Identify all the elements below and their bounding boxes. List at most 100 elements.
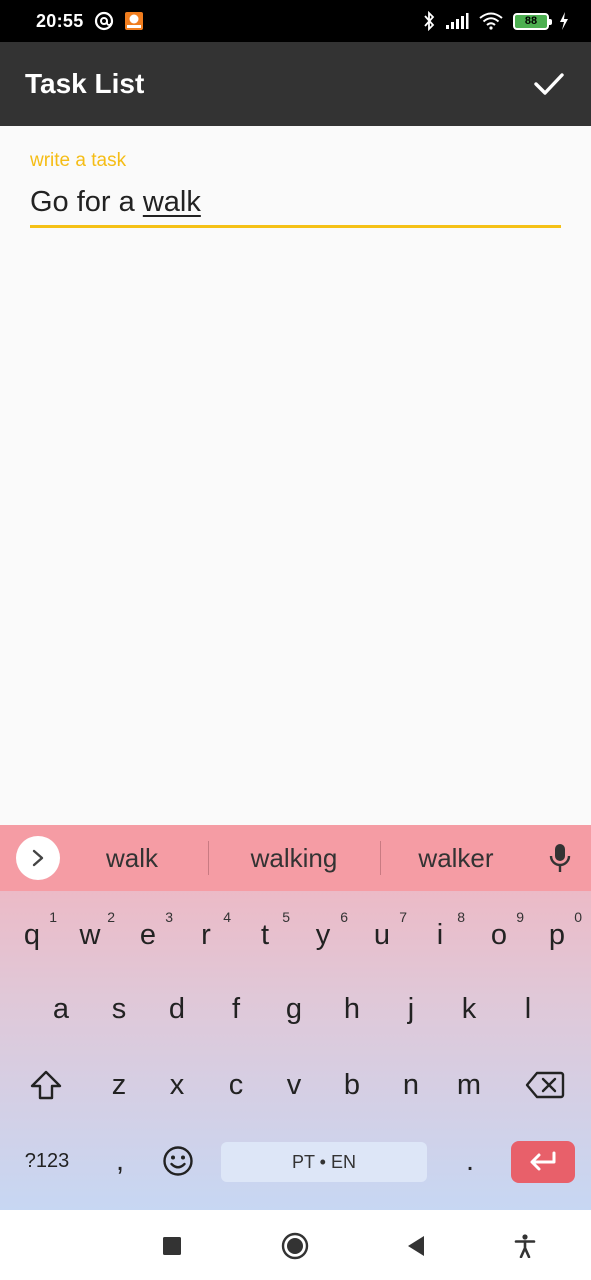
- key-f[interactable]: f: [207, 979, 265, 1039]
- key-p[interactable]: p0: [528, 905, 586, 965]
- check-icon: [534, 73, 564, 95]
- key-hint: 8: [457, 909, 465, 925]
- period-key[interactable]: .: [446, 1133, 494, 1189]
- key-g[interactable]: g: [265, 979, 323, 1039]
- comma-key[interactable]: ,: [96, 1133, 144, 1189]
- key-label: i: [436, 918, 444, 951]
- voice-input-button[interactable]: [540, 838, 580, 878]
- enter-key[interactable]: [511, 1141, 575, 1183]
- key-j[interactable]: j: [382, 979, 440, 1039]
- shift-icon: [30, 1070, 62, 1100]
- suggestion-divider: [380, 841, 381, 875]
- key-label: y: [315, 918, 331, 951]
- key-q[interactable]: q1: [3, 905, 61, 965]
- bluetooth-icon: [423, 11, 435, 31]
- status-bar: 20:55 88: [0, 0, 591, 42]
- key-n[interactable]: n: [382, 1055, 440, 1115]
- key-o[interactable]: o9: [470, 905, 528, 965]
- signal-icon: [445, 12, 469, 30]
- expand-toolbar-button[interactable]: [16, 836, 60, 880]
- key-l[interactable]: l: [499, 979, 557, 1039]
- key-v[interactable]: v: [265, 1055, 323, 1115]
- status-time: 20:55: [36, 10, 84, 31]
- back-button[interactable]: [398, 1228, 434, 1264]
- key-a[interactable]: a: [32, 979, 90, 1039]
- at-sign-icon: [94, 11, 114, 31]
- recents-square-icon: [163, 1237, 181, 1255]
- key-hint: 6: [340, 909, 348, 925]
- emoji-key[interactable]: [152, 1133, 204, 1189]
- suggestion-divider: [208, 841, 209, 875]
- key-m[interactable]: m: [440, 1055, 498, 1115]
- task-input-composing-word: walk: [142, 186, 201, 218]
- key-label: t: [260, 918, 270, 951]
- suggestion-3[interactable]: walker: [396, 837, 516, 879]
- app-title: Task List: [25, 68, 145, 99]
- emoji-icon: [163, 1146, 193, 1176]
- key-w[interactable]: w2: [61, 905, 119, 965]
- home-circle-icon: [281, 1232, 309, 1260]
- task-form: write a task Go for a walk: [0, 126, 591, 825]
- chevron-right-icon: [32, 849, 44, 867]
- suggestion-2[interactable]: walking: [224, 837, 364, 879]
- wifi-icon: [479, 12, 503, 30]
- app-bar: Task List: [0, 42, 591, 126]
- key-label: u: [373, 918, 391, 951]
- key-hint: 4: [223, 909, 231, 925]
- key-e[interactable]: e3: [119, 905, 177, 965]
- suggestion-strip: walk walking walker: [0, 825, 591, 891]
- recents-button[interactable]: [154, 1228, 190, 1264]
- enter-icon: [530, 1151, 556, 1171]
- key-label: e: [139, 918, 157, 951]
- key-hint: 2: [107, 909, 115, 925]
- key-k[interactable]: k: [440, 979, 498, 1039]
- key-d[interactable]: d: [148, 979, 206, 1039]
- key-hint: 9: [516, 909, 524, 925]
- key-label: o: [490, 918, 508, 951]
- key-hint: 5: [282, 909, 290, 925]
- status-right: 88: [423, 11, 569, 31]
- save-button[interactable]: [527, 62, 571, 106]
- task-field: write a task Go for a walk: [30, 150, 561, 228]
- accessibility-icon: [514, 1234, 536, 1258]
- notification-app-icon: [124, 11, 144, 31]
- key-x[interactable]: x: [148, 1055, 206, 1115]
- key-u[interactable]: u7: [353, 905, 411, 965]
- key-hint: 0: [574, 909, 582, 925]
- key-i[interactable]: i8: [411, 905, 469, 965]
- charging-icon: [559, 12, 569, 30]
- key-t[interactable]: t5: [236, 905, 294, 965]
- key-s[interactable]: s: [90, 979, 148, 1039]
- key-label: r: [201, 918, 211, 951]
- home-button[interactable]: [277, 1228, 313, 1264]
- key-z[interactable]: z: [90, 1055, 148, 1115]
- key-label: w: [79, 918, 101, 951]
- backspace-key[interactable]: [515, 1055, 575, 1115]
- key-label: q: [23, 918, 41, 951]
- task-input-text: Go for a: [30, 186, 143, 218]
- task-input[interactable]: Go for a walk: [30, 182, 561, 228]
- task-field-label: write a task: [30, 150, 127, 171]
- key-hint: 1: [49, 909, 57, 925]
- key-y[interactable]: y6: [294, 905, 352, 965]
- keyboard: walk walking walker q1 w2 e3 r4 t5 y6 u7…: [0, 825, 591, 1210]
- suggestion-1[interactable]: walk: [72, 837, 192, 879]
- key-c[interactable]: c: [207, 1055, 265, 1115]
- accessibility-button[interactable]: [507, 1228, 543, 1264]
- navigation-bar: [0, 1210, 591, 1280]
- key-b[interactable]: b: [323, 1055, 381, 1115]
- battery-icon: 88: [513, 12, 552, 30]
- shift-key[interactable]: [16, 1055, 76, 1115]
- key-hint: 3: [165, 909, 173, 925]
- backspace-icon: [525, 1071, 565, 1099]
- key-hint: 7: [399, 909, 407, 925]
- back-triangle-icon: [408, 1236, 424, 1256]
- screen: 20:55 88 Task List write a task Go for a…: [0, 0, 591, 1280]
- key-r[interactable]: r4: [177, 905, 235, 965]
- space-key[interactable]: PT • EN: [221, 1142, 427, 1182]
- key-label: p: [548, 918, 566, 951]
- key-h[interactable]: h: [323, 979, 381, 1039]
- microphone-icon: [549, 844, 571, 872]
- symbols-key[interactable]: ?123: [10, 1133, 84, 1189]
- status-left: 20:55: [36, 11, 144, 32]
